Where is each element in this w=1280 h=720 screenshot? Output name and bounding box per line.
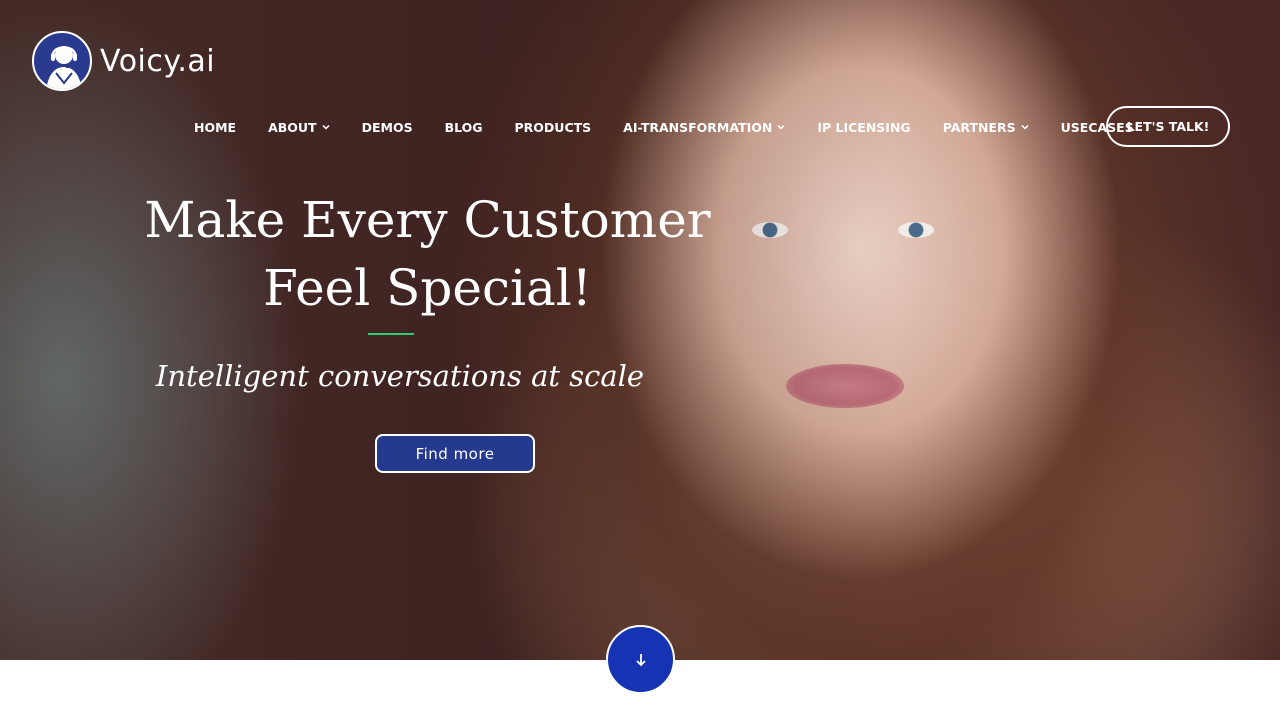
brand-name: Voicy.ai — [100, 43, 216, 79]
nav-item-label: PARTNERS — [942, 119, 1016, 135]
nav-item-about[interactable]: ABOUT — [252, 120, 346, 135]
nav-item-label: ABOUT — [268, 119, 317, 135]
scroll-down-button[interactable] — [606, 625, 675, 694]
nav-item-ip-licensing[interactable]: IP LICENSING — [801, 120, 926, 135]
nav-item-label: HOME — [194, 119, 237, 135]
nav-item-ai-transformation[interactable]: AI-TRANSFORMATION — [607, 120, 801, 135]
nav-item-partners[interactable]: PARTNERS — [927, 120, 1045, 135]
nav-item-label: IP LICENSING — [817, 119, 911, 135]
arrow-down-icon — [635, 653, 646, 666]
nav-item-blog[interactable]: BLOG — [429, 120, 499, 135]
brand-logo-link[interactable]: Voicy.ai — [32, 31, 215, 91]
headset-agent-icon — [32, 31, 92, 91]
chevron-down-icon — [777, 124, 785, 130]
hero-background-image — [0, 0, 1280, 660]
nav-item-home[interactable]: HOME — [178, 120, 252, 135]
main-navigation: HOME ABOUT DEMOS BLOG PRODUCTS AI-TRANSF… — [178, 110, 1150, 144]
find-more-button[interactable]: Find more — [375, 434, 535, 473]
nav-item-demos[interactable]: DEMOS — [346, 120, 429, 135]
nav-item-label: DEMOS — [361, 119, 413, 135]
lets-talk-button[interactable]: LET'S TALK! — [1106, 106, 1230, 147]
hero-headline: Make Every Customer Feel Special! — [140, 186, 715, 322]
nav-item-label: BLOG — [444, 119, 483, 135]
nav-item-label: AI-TRANSFORMATION — [623, 119, 773, 135]
hero-headline-line-2: Feel Special! — [263, 259, 592, 317]
nav-item-products[interactable]: PRODUCTS — [499, 120, 608, 135]
nav-item-label: PRODUCTS — [514, 119, 592, 135]
chevron-down-icon — [322, 124, 330, 130]
headline-divider — [368, 333, 414, 335]
hero-subheadline: Intelligent conversations at scale — [155, 359, 645, 393]
hero-overlay — [0, 0, 1280, 660]
chevron-down-icon — [1021, 124, 1029, 130]
hero-headline-line-1: Make Every Customer — [144, 191, 711, 249]
